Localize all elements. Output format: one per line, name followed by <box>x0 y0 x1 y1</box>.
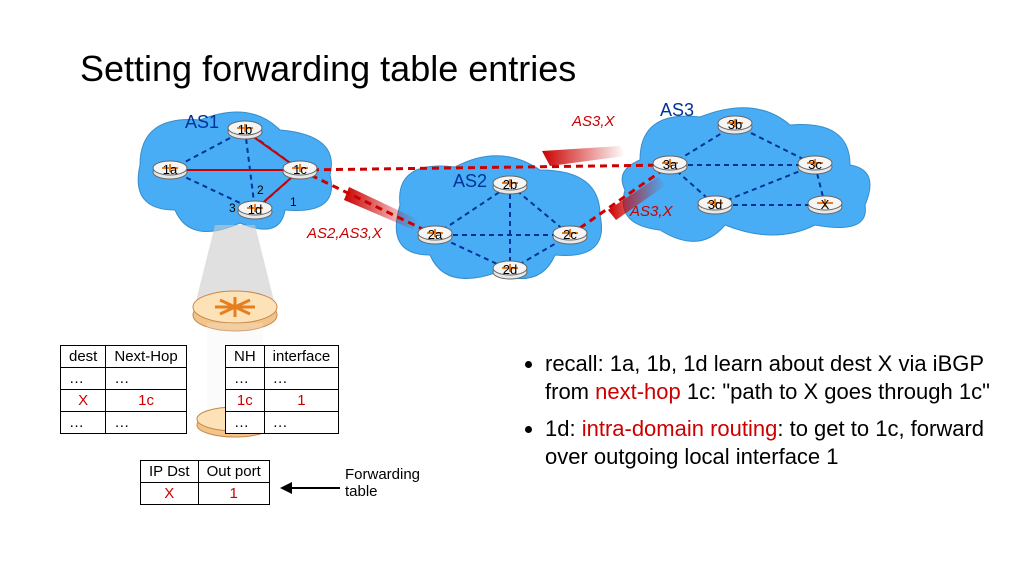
as1-label: AS1 <box>185 112 219 133</box>
page-title: Setting forwarding table entries <box>80 48 576 90</box>
as2-cloud <box>396 156 601 279</box>
bullet-list: recall: 1a, 1b, 1d learn about dest X vi… <box>505 350 995 480</box>
bullet-2: 1d: intra-domain routing: to get to 1c, … <box>545 415 995 470</box>
svg-text:2d: 2d <box>503 262 517 277</box>
svg-text:1a: 1a <box>163 162 178 177</box>
arrow-as3-to-as1 <box>542 146 625 166</box>
svg-text:3d: 3d <box>708 197 722 212</box>
dest-nexthop-table: destNext-Hop …… X1c …… <box>60 345 187 434</box>
nh-interface-table: NHinterface …… 1c1 …… <box>225 345 339 434</box>
svg-text:3c: 3c <box>808 157 822 172</box>
as2-label: AS2 <box>453 171 487 192</box>
svg-text:3a: 3a <box>663 157 678 172</box>
svg-text:X: X <box>821 197 830 212</box>
path-as3x-bot: AS3,X <box>630 203 673 220</box>
iface-3: 3 <box>229 201 236 215</box>
iface-2: 2 <box>257 183 264 197</box>
path-as3x-top: AS3,X <box>572 113 615 130</box>
arrow-to-fwd-table <box>280 478 350 498</box>
fwd-label: Forwardingtable <box>345 466 420 500</box>
svg-text:2b: 2b <box>503 177 517 192</box>
svg-text:1c: 1c <box>293 162 307 177</box>
svg-text:2a: 2a <box>428 227 443 242</box>
iface-1: 1 <box>290 195 297 209</box>
svg-text:2c: 2c <box>563 227 577 242</box>
svg-text:1d: 1d <box>248 202 262 217</box>
as3-label: AS3 <box>660 100 694 121</box>
bullet-1: recall: 1a, 1b, 1d learn about dest X vi… <box>545 350 995 405</box>
svg-text:1b: 1b <box>238 122 252 137</box>
forwarding-table: IP DstOut port X1 <box>140 460 270 505</box>
svg-text:3b: 3b <box>728 117 742 132</box>
